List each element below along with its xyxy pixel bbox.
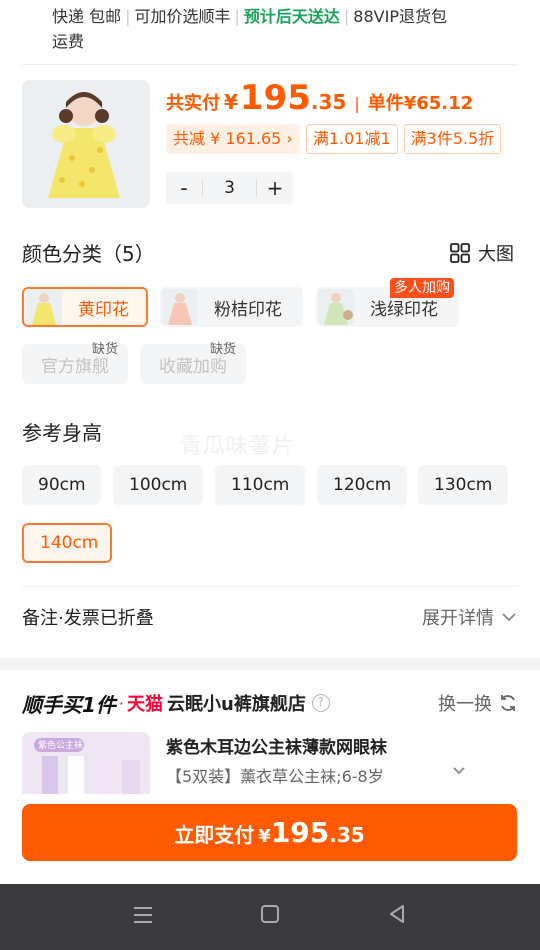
promo-tags: 共减 ¥ 161.65 › 满1.01减1 满3件5.5折 bbox=[166, 124, 502, 154]
color-option-label: 黄印花 bbox=[78, 299, 129, 320]
shipping-tail: 运费 bbox=[52, 32, 85, 51]
swap-button[interactable]: 换一换 bbox=[438, 690, 518, 716]
out-of-stock-badge: 缺货 bbox=[210, 342, 237, 357]
decrease-button[interactable]: - bbox=[166, 176, 202, 200]
increase-button[interactable]: + bbox=[257, 176, 293, 200]
divider bbox=[22, 586, 518, 587]
swap-label: 换一换 bbox=[438, 694, 492, 715]
delivery-estimate: 预计后天送达 bbox=[243, 7, 340, 26]
note-invoice-label: 备注·发票已折叠 bbox=[22, 608, 154, 629]
menu-icon bbox=[134, 906, 153, 923]
chevron-down-icon bbox=[502, 613, 516, 622]
back-triangle-icon bbox=[389, 905, 404, 923]
addon-dot: · bbox=[118, 693, 125, 713]
currency-symbol: ¥ bbox=[224, 90, 238, 114]
home-square-icon bbox=[260, 905, 279, 923]
product-thumbnail[interactable] bbox=[22, 80, 150, 208]
expand-details-label: 展开详情 bbox=[422, 608, 494, 629]
pay-now-button[interactable]: 立即支付 ¥ 195 .35 bbox=[22, 804, 517, 861]
vip-return: 88VIP退货包 bbox=[353, 7, 447, 26]
shipping-express: 快递 包邮 bbox=[52, 7, 122, 26]
addon-product-thumbnail[interactable]: 紫色公主袜 bbox=[22, 732, 150, 794]
size-option-90[interactable]: 90cm bbox=[22, 465, 101, 505]
total-price-label: 共实付 bbox=[166, 93, 220, 114]
promo-tag: 满3件5.5折 bbox=[403, 124, 502, 154]
system-nav-bar bbox=[0, 884, 540, 950]
pay-amount-decimal: .35 bbox=[329, 823, 365, 847]
addon-product-title[interactable]: 紫色木耳边公主袜薄款网眼袜 bbox=[166, 733, 387, 758]
color-thumbnail bbox=[162, 289, 198, 325]
home-nav-button[interactable] bbox=[240, 904, 300, 930]
big-view-button[interactable]: 大图 bbox=[450, 240, 514, 266]
color-option-label: 浅绿印花 bbox=[370, 299, 438, 320]
section-separator bbox=[0, 658, 540, 670]
pay-now-label: 立即支付 bbox=[174, 823, 255, 847]
color-section-title: 颜色分类（5） bbox=[22, 242, 155, 266]
tmall-logo: 天猫 bbox=[127, 694, 164, 715]
color-thumbnail bbox=[318, 289, 354, 325]
watermark: 青瓜味薯片 bbox=[180, 434, 296, 459]
total-price-decimal: .35 bbox=[310, 90, 347, 114]
addon-sku-selector[interactable]: 【5双装】薰衣草公主袜;6-8岁 bbox=[166, 763, 466, 787]
color-thumbnail bbox=[26, 289, 62, 325]
size-section-title: 参考身高 bbox=[22, 421, 102, 445]
big-view-label: 大图 bbox=[478, 244, 514, 265]
unit-price-label: 单件 bbox=[367, 93, 404, 114]
store-name[interactable]: 云眠小u裤旗舰店 bbox=[167, 690, 306, 716]
back-nav-button[interactable] bbox=[367, 904, 427, 930]
help-icon[interactable]: ? bbox=[311, 694, 330, 712]
chevron-down-icon bbox=[453, 767, 465, 775]
price-separator: | bbox=[354, 94, 360, 113]
pay-amount-integer: 195 bbox=[270, 816, 330, 849]
price-line: 共实付 ¥ 195 .35 | 单件 ¥65.12 bbox=[166, 78, 473, 118]
total-price-integer: 195 bbox=[239, 78, 311, 118]
popular-badge: 多人加购 bbox=[390, 278, 454, 298]
out-of-stock-badge: 缺货 bbox=[92, 342, 119, 357]
note-invoice-row[interactable]: 备注·发票已折叠 展开详情 bbox=[22, 604, 516, 630]
quantity-value[interactable]: 3 bbox=[202, 179, 257, 197]
size-option-120[interactable]: 120cm bbox=[317, 465, 407, 505]
size-option-130[interactable]: 130cm bbox=[418, 465, 508, 505]
color-option-pink[interactable]: 粉桔印花 bbox=[160, 287, 303, 327]
discount-total-tag[interactable]: 共减 ¥ 161.65 › bbox=[166, 124, 300, 154]
thumbnail-caption: 紫色公主袜 bbox=[38, 741, 84, 751]
addon-title: 顺手买1件 bbox=[22, 692, 116, 717]
menu-nav-button[interactable] bbox=[113, 905, 173, 930]
refresh-icon bbox=[501, 695, 515, 711]
size-option-140[interactable]: 140cm bbox=[22, 523, 112, 563]
addon-sku-label: 【5双装】薰衣草公主袜;6-8岁 bbox=[166, 767, 384, 786]
grid-icon bbox=[450, 243, 470, 263]
shipping-info: 快递 包邮 | 可加价选顺丰 | 预计后天送达 | 88VIP退货包 运费 bbox=[52, 7, 447, 51]
shipping-sf-option: 可加价选顺丰 bbox=[134, 7, 231, 26]
quantity-stepper: - 3 + bbox=[166, 172, 293, 204]
promo-tag: 满1.01减1 bbox=[305, 124, 398, 154]
unit-price: ¥65.12 bbox=[403, 93, 474, 114]
addon-header: 顺手买1件 · 天猫 云眠小u裤旗舰店 ? 换一换 bbox=[22, 688, 518, 718]
size-option-100[interactable]: 100cm bbox=[113, 465, 203, 505]
expand-details[interactable]: 展开详情 bbox=[422, 604, 516, 630]
size-option-110[interactable]: 110cm bbox=[215, 465, 305, 505]
pay-currency: ¥ bbox=[258, 826, 271, 847]
color-option-label: 粉桔印花 bbox=[214, 299, 282, 320]
divider bbox=[22, 64, 518, 65]
color-option-yellow[interactable]: 黄印花 bbox=[22, 287, 148, 327]
